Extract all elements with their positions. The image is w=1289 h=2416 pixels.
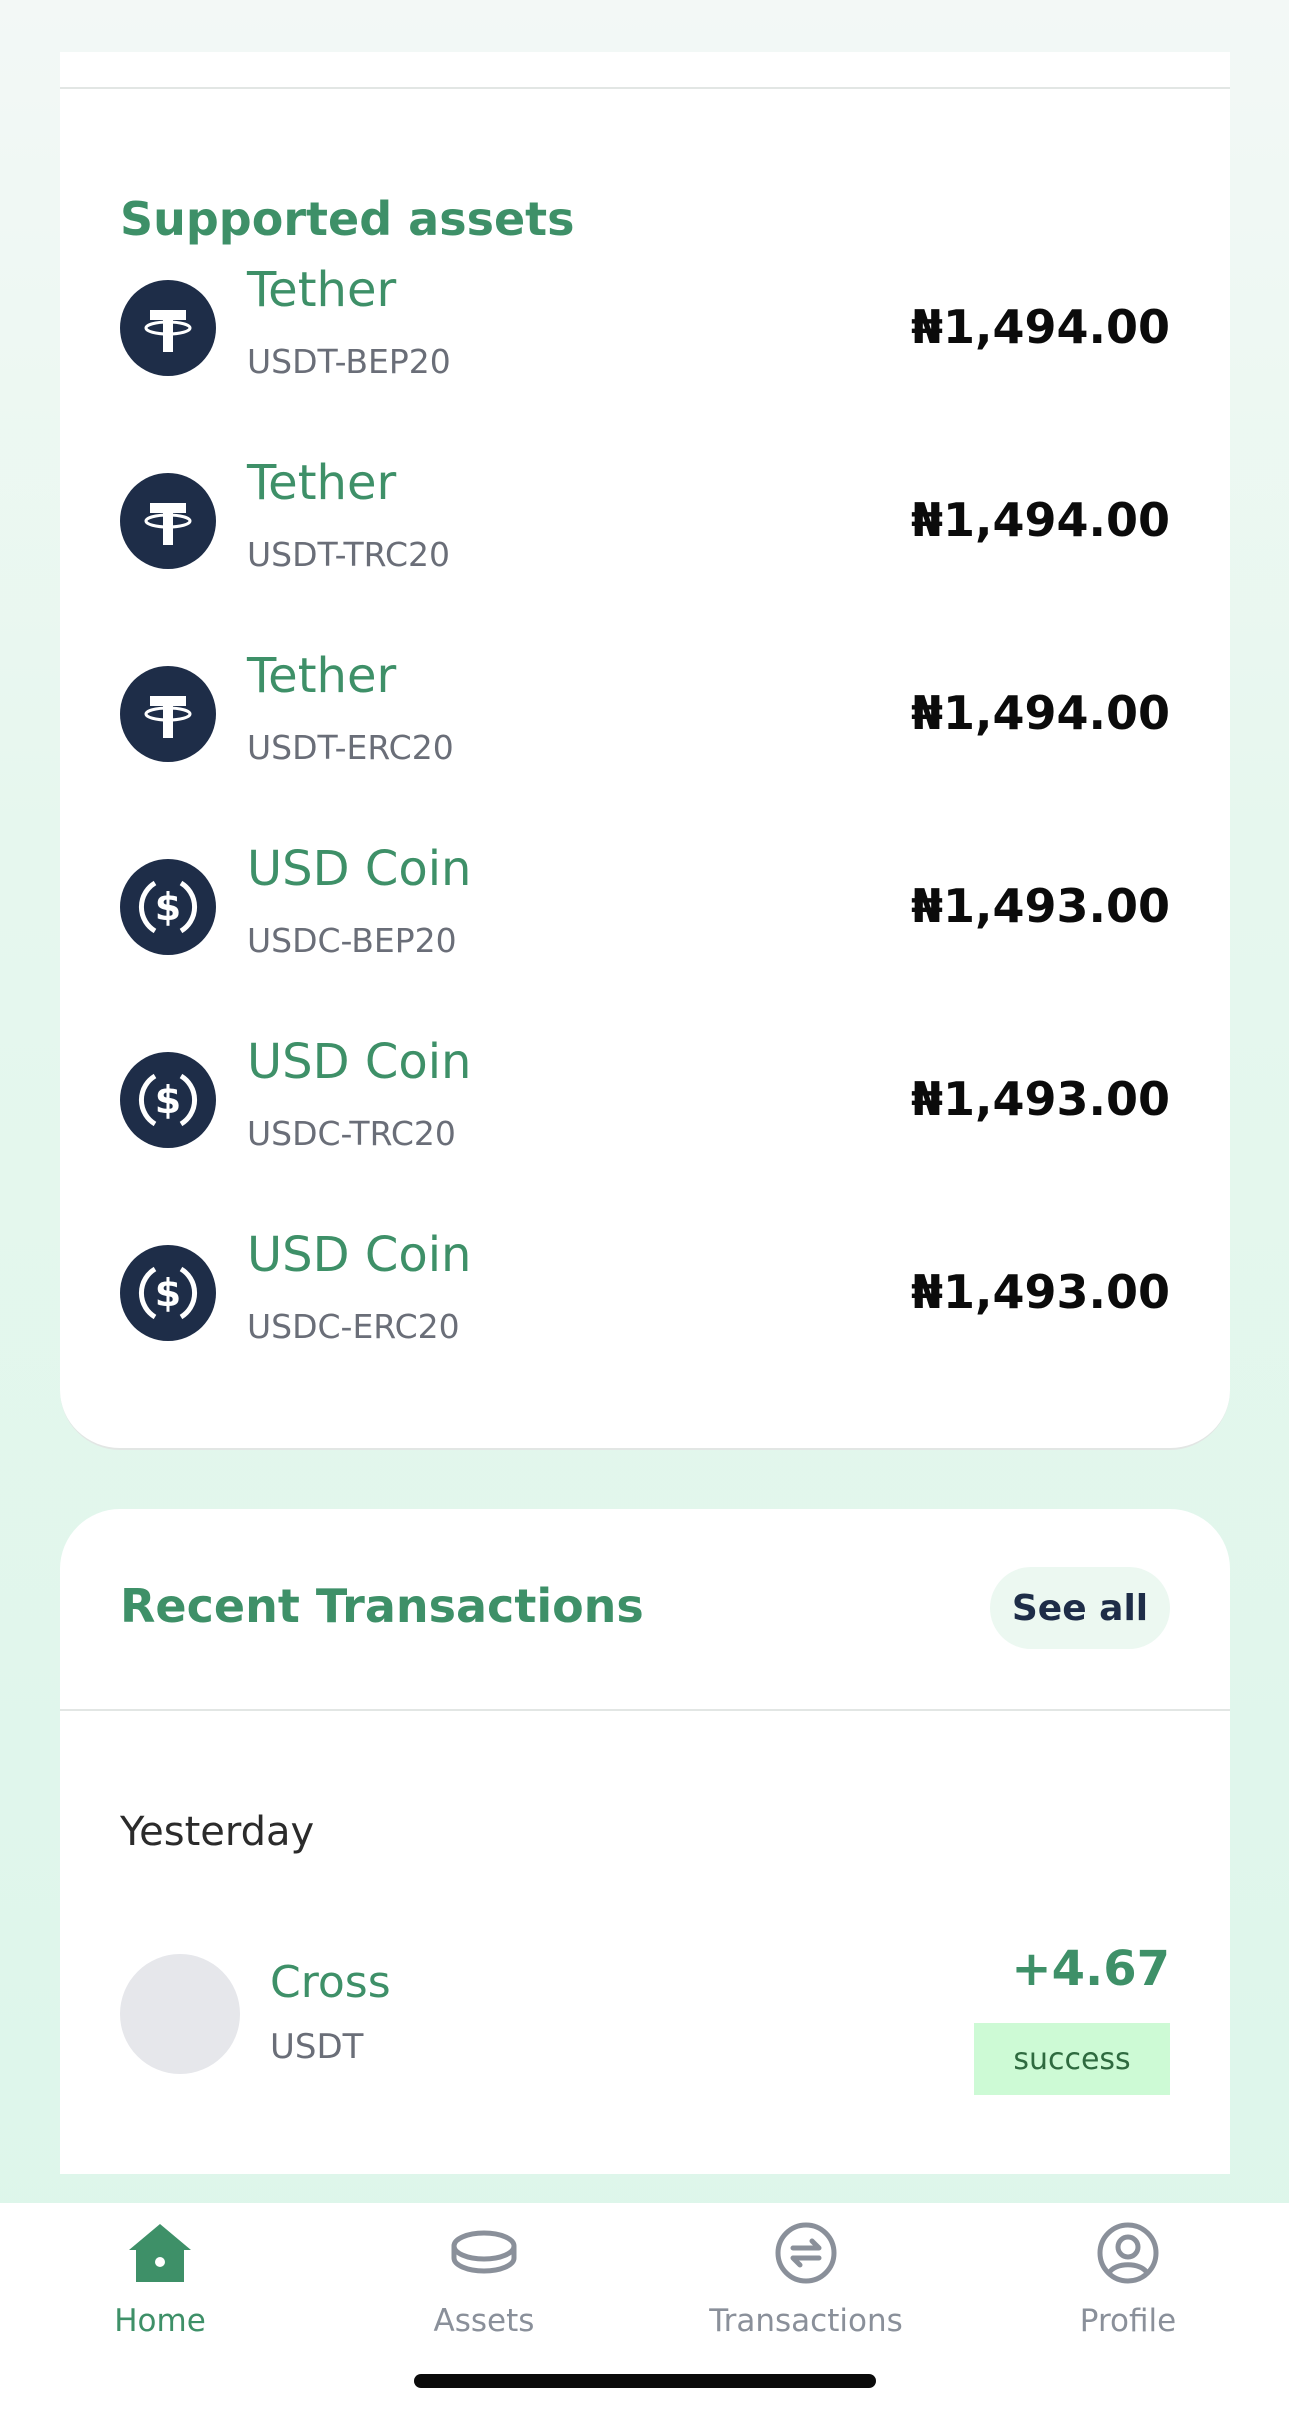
asset-code: USDT-TRC20 xyxy=(247,535,450,574)
user-circle-icon xyxy=(1093,2218,1163,2288)
transaction-name[interactable]: Cross xyxy=(270,1957,391,2008)
asset-row[interactable]: $ USD Coin USDC-ERC20 ₦1,493.00 xyxy=(120,1227,1170,1395)
asset-code: USDC-BEP20 xyxy=(247,921,457,960)
coins-icon xyxy=(449,2218,519,2288)
asset-row[interactable]: Tether USDT-BEP20 ₦1,494.00 xyxy=(120,262,1170,430)
asset-row[interactable]: $ USD Coin USDC-BEP20 ₦1,493.00 xyxy=(120,841,1170,1009)
svg-text:$: $ xyxy=(155,885,181,929)
nav-label-home: Home xyxy=(114,2303,206,2339)
asset-code: USDC-ERC20 xyxy=(247,1307,460,1346)
asset-price: ₦1,494.00 xyxy=(911,300,1170,354)
avatar xyxy=(120,1954,240,2074)
transaction-amount: +4.67 xyxy=(1011,1941,1170,1997)
asset-name: Tether xyxy=(247,455,397,511)
recent-transactions-title: Recent Transactions xyxy=(120,1579,644,1633)
nav-item-assets[interactable]: Assets xyxy=(364,2203,604,2353)
asset-price: ₦1,494.00 xyxy=(911,493,1170,547)
divider xyxy=(60,87,1230,89)
nav-label-assets: Assets xyxy=(433,2303,535,2339)
exchange-icon xyxy=(771,2218,841,2288)
home-indicator xyxy=(414,2374,876,2388)
usd-coin-icon: $ xyxy=(120,859,216,955)
supported-assets-card: Supported assets Tether USDT-BEP20 ₦1,49… xyxy=(60,52,1230,1450)
asset-name: Tether xyxy=(247,648,397,704)
nav-item-profile[interactable]: Profile xyxy=(1008,2203,1248,2353)
transaction-asset: USDT xyxy=(270,2027,364,2067)
asset-price: ₦1,493.00 xyxy=(911,1265,1170,1319)
svg-text:$: $ xyxy=(155,1271,181,1315)
home-icon xyxy=(125,2218,195,2288)
recent-transactions-card: Recent Transactions See all Yesterday Cr… xyxy=(60,1509,1230,2174)
asset-row[interactable]: $ USD Coin USDC-TRC20 ₦1,493.00 xyxy=(120,1034,1170,1202)
usd-coin-icon: $ xyxy=(120,1052,216,1148)
usd-coin-icon: $ xyxy=(120,1245,216,1341)
supported-assets-title: Supported assets xyxy=(120,192,575,246)
asset-row[interactable]: Tether USDT-TRC20 ₦1,494.00 xyxy=(120,455,1170,623)
nav-item-home[interactable]: Home xyxy=(40,2203,280,2353)
nav-label-transactions: Transactions xyxy=(709,2303,903,2339)
nav-item-transactions[interactable]: Transactions xyxy=(686,2203,926,2353)
tether-icon xyxy=(120,280,216,376)
see-all-button[interactable]: See all xyxy=(990,1567,1170,1649)
divider xyxy=(60,1709,1230,1711)
nav-label-profile: Profile xyxy=(1079,2303,1177,2339)
asset-name: USD Coin xyxy=(247,841,472,897)
asset-code: USDC-TRC20 xyxy=(247,1114,456,1153)
asset-row[interactable]: Tether USDT-ERC20 ₦1,494.00 xyxy=(120,648,1170,816)
tether-icon xyxy=(120,473,216,569)
asset-name: USD Coin xyxy=(247,1227,472,1283)
asset-code: USDT-ERC20 xyxy=(247,728,454,767)
asset-price: ₦1,494.00 xyxy=(911,686,1170,740)
asset-price: ₦1,493.00 xyxy=(911,879,1170,933)
tether-icon xyxy=(120,666,216,762)
asset-code: USDT-BEP20 xyxy=(247,342,451,381)
asset-name: USD Coin xyxy=(247,1034,472,1090)
asset-name: Tether xyxy=(247,262,397,318)
status-badge: success xyxy=(974,2023,1170,2095)
transaction-group-label: Yesterday xyxy=(120,1809,315,1855)
asset-price: ₦1,493.00 xyxy=(911,1072,1170,1126)
svg-text:$: $ xyxy=(155,1078,181,1122)
